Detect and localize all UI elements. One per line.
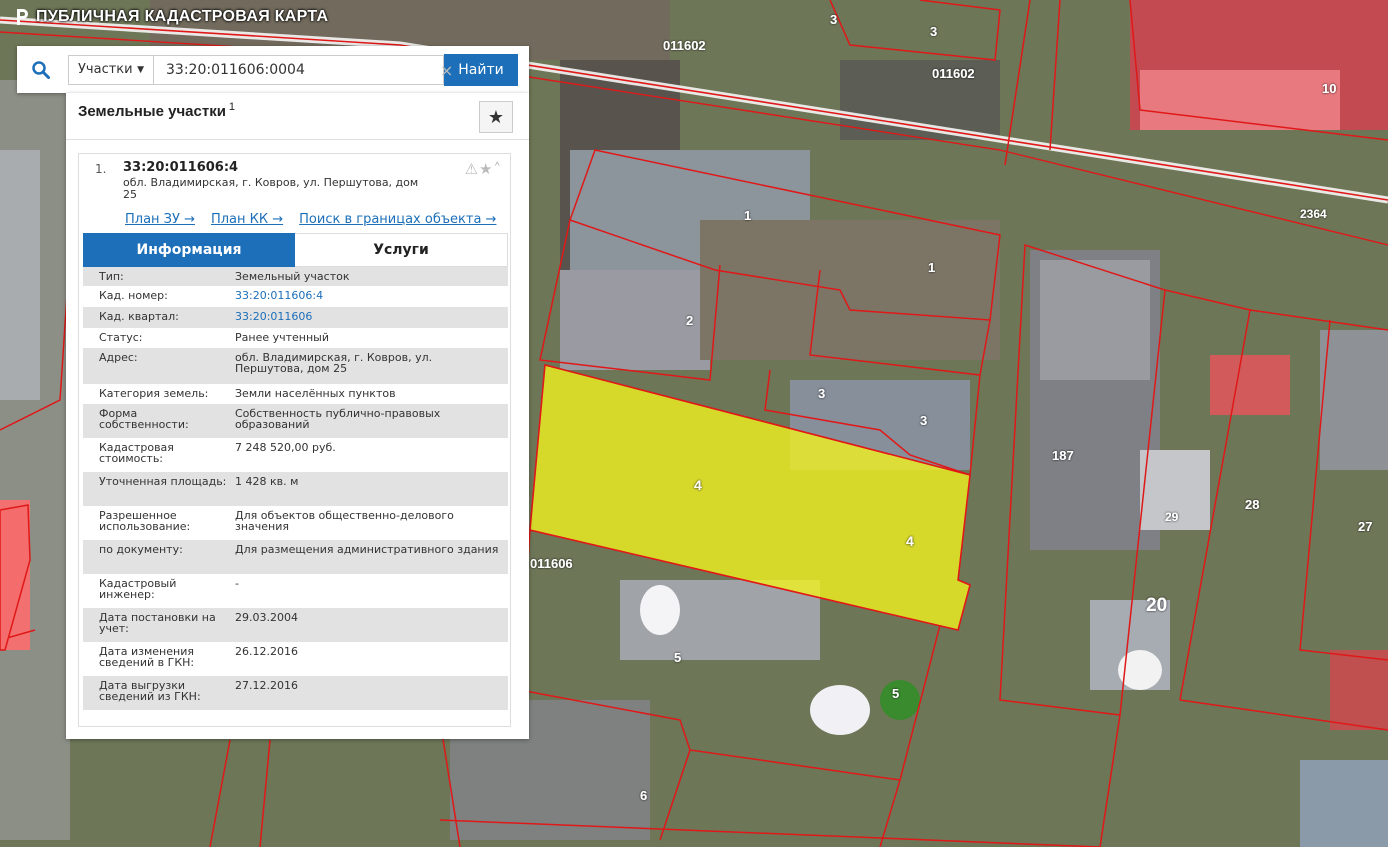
info-row: Кад. квартал: 33:20:011606 [83, 307, 508, 328]
info-value: Для размещения административного здания [235, 543, 499, 556]
search-bar: Участки ▼ × Найти [17, 46, 529, 93]
map-label-parcel: 6 [640, 788, 647, 803]
map-label-parcel: 2 [686, 313, 693, 328]
info-value: Земельный участок [235, 270, 350, 283]
info-label: Адрес: [99, 351, 138, 364]
info-value-link[interactable]: 33:20:011606 [231, 307, 508, 328]
plan-zu-link[interactable]: План ЗУ → [125, 212, 195, 227]
chevron-down-icon: ▼ [137, 64, 144, 75]
find-button[interactable]: Найти [444, 53, 518, 86]
info-value: 26.12.2016 [235, 645, 298, 658]
info-label: Статус: [99, 331, 143, 344]
info-label: Кадастровая стоимость: [99, 441, 174, 465]
result-cadastral-id[interactable]: 33:20:011606:4 [123, 160, 238, 175]
info-row: Статус: Ранее учтенный [83, 328, 508, 348]
map-label-parcel: 4 [694, 477, 702, 493]
info-row: Уточненная площадь: 1 428 кв. м [83, 472, 508, 506]
info-row: Кад. номер: 33:20:011606:4 [83, 286, 508, 307]
logo-icon [14, 8, 30, 26]
info-row: Кадастровая стоимость: 7 248 520,00 руб. [83, 438, 508, 472]
map-label-parcel: 2364 [1300, 207, 1327, 221]
info-label: Тип: [99, 270, 124, 283]
map-label-building: 20 [1146, 595, 1167, 616]
search-type-select[interactable]: Участки ▼ [68, 54, 154, 85]
map-label-parcel: 187 [1052, 448, 1074, 463]
info-value: Собственность публично-правовых образова… [235, 407, 441, 431]
tab-information[interactable]: Информация [83, 233, 295, 267]
info-value: обл. Владимирская, г. Ковров, ул. Першут… [235, 351, 433, 375]
map-label-parcel: 27 [1358, 519, 1372, 534]
map-label-parcel: 28 [1245, 497, 1259, 512]
plan-kk-link[interactable]: План КК → [211, 212, 283, 227]
info-row: Дата изменения сведений в ГКН: 26.12.2016 [83, 642, 508, 676]
result-card: 1. 33:20:011606:4 обл. Владимирская, г. … [78, 153, 511, 727]
info-value: - [235, 577, 239, 590]
map-label-quarter: 011602 [932, 66, 975, 81]
info-label: Дата выгрузки сведений из ГКН: [99, 679, 201, 703]
info-row: Форма собственности: Собственность публич… [83, 404, 508, 438]
map-label-quarter: 011602 [663, 38, 706, 53]
info-label: Уточненная площадь: [99, 475, 227, 488]
info-label: Кад. квартал: [99, 310, 179, 323]
card-links: План ЗУ → План КК → Поиск в границах объ… [125, 212, 496, 227]
info-row: по документу: Для размещения администрати… [83, 540, 508, 574]
results-header: Земельные участки 1 [78, 101, 235, 120]
map-label-parcel: 3 [920, 413, 927, 428]
map-label-parcel: 3 [830, 12, 837, 27]
info-label: по документу: [99, 543, 183, 556]
info-row: Тип: Земельный участок [83, 267, 508, 286]
info-row: Дата выгрузки сведений из ГКН: 27.12.2016 [83, 676, 508, 710]
info-label: Форма собственности: [99, 407, 189, 431]
info-row: Кадастровый инженер: - [83, 574, 508, 608]
info-value: Для объектов общественно-делового значен… [235, 509, 454, 533]
map-label-parcel: 3 [818, 386, 825, 401]
info-value: 1 428 кв. м [235, 475, 299, 488]
info-value-link[interactable]: 33:20:011606:4 [231, 286, 508, 307]
info-label: Разрешенное использование: [99, 509, 191, 533]
map-label-parcel: 4 [906, 533, 914, 549]
tab-services[interactable]: Услуги [295, 233, 508, 267]
info-label: Категория земель: [99, 387, 209, 400]
info-value: 29.03.2004 [235, 611, 298, 624]
info-label: Кадастровый инженер: [99, 577, 177, 601]
result-address: обл. Владимирская, г. Ковров, ул. Першут… [123, 176, 419, 201]
info-value: Ранее учтенный [235, 331, 329, 344]
map-label-parcel: 29 [1165, 510, 1179, 524]
app-title-text: ПУБЛИЧНАЯ КАДАСТРОВАЯ КАРТА [36, 8, 329, 25]
info-row: Адрес: обл. Владимирская, г. Ковров, ул. … [83, 348, 508, 384]
results-title: Земельные участки [78, 103, 226, 120]
divider [66, 139, 529, 140]
info-row: Категория земель: Земли населённых пункто… [83, 384, 508, 404]
info-row: Разрешенное использование: Для объектов о… [83, 506, 508, 540]
info-value: Земли населённых пунктов [235, 387, 396, 400]
results-panel: Земельные участки 1 ★ 1. 33:20:011606:4 о… [66, 93, 529, 739]
map-label-parcel: 1 [744, 208, 751, 223]
info-row: Дата постановки на учет: 29.03.2004 [83, 608, 508, 642]
info-table: Тип: Земельный участок Кад. номер: 33:20:0… [83, 267, 508, 710]
search-in-bounds-link[interactable]: Поиск в границах объекта → [299, 212, 496, 227]
info-label: Кад. номер: [99, 289, 168, 302]
map-label-parcel: 1 [928, 260, 935, 275]
search-type-label: Участки [78, 62, 133, 77]
app-title: ПУБЛИЧНАЯ КАДАСТРОВАЯ КАРТА [14, 8, 328, 26]
map-label-parcel: 10 [1322, 81, 1336, 96]
clear-icon[interactable]: × [440, 61, 453, 80]
info-label: Дата изменения сведений в ГКН: [99, 645, 195, 669]
info-value: 27.12.2016 [235, 679, 298, 692]
info-label: Дата постановки на учет: [99, 611, 216, 635]
favorite-button[interactable]: ★ [479, 101, 513, 133]
map-label-quarter: 011606 [530, 556, 573, 571]
info-value: 7 248 520,00 руб. [235, 441, 336, 454]
search-icon[interactable] [17, 46, 65, 93]
results-count: 1 [228, 101, 236, 113]
map-label-parcel: 5 [892, 686, 899, 701]
map-label-parcel: 5 [674, 650, 681, 665]
result-index: 1. [95, 162, 107, 176]
map-label-parcel: 3 [930, 24, 937, 39]
search-input[interactable] [154, 54, 444, 85]
card-tabs: Информация Услуги [83, 233, 508, 267]
card-actions-icons[interactable]: ⚠★˄ [465, 160, 502, 178]
